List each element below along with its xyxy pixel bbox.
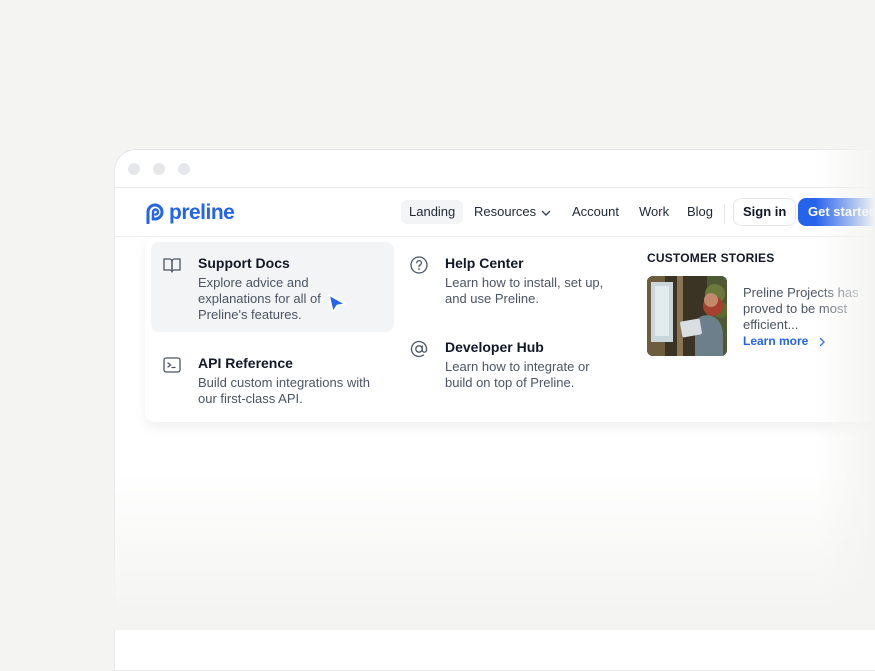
preline-logo-icon [146,203,164,224]
top-navbar: preline Landing Resources Account Work B… [115,188,875,237]
support-docs-description: Explore advice and explanations for all … [198,275,321,322]
logo-text: preline [169,201,235,224]
get-started-button[interactable]: Get started [798,198,875,226]
nav-item-resources[interactable]: Resources [466,200,560,224]
nav-item-resources-label: Resources [474,204,537,219]
nav-item-work[interactable]: Work [631,200,677,224]
window-dot-close[interactable] [128,163,140,175]
nav-divider [724,204,725,224]
menu-item-api-reference[interactable]: API Reference Build custom integrations … [162,355,392,415]
api-reference-description: Build custom integrations with our first… [198,375,370,406]
resources-dropdown-menu: Support Docs Explore advice and explanat… [145,237,875,422]
customer-photo [647,276,727,356]
developer-hub-title: Developer Hub [445,339,544,355]
help-center-description: Learn how to install, set up, and use Pr… [445,275,604,306]
chevron-down-icon [541,210,551,216]
window-dot-minimize[interactable] [153,163,165,175]
help-center-title: Help Center [445,255,524,271]
preline-logo[interactable]: preline [145,201,235,225]
api-reference-title: API Reference [198,355,293,371]
menu-item-developer-hub[interactable]: Developer Hub Learn how to integrate or … [409,339,639,399]
chevron-right-icon [819,337,825,347]
terminal-icon [163,357,181,373]
browser-window: preline Landing Resources Account Work B… [114,149,875,671]
window-titlebar [115,150,875,188]
developer-hub-description: Learn how to integrate or build on top o… [445,359,590,390]
mouse-cursor-icon [328,294,346,313]
nav-item-landing[interactable]: Landing [401,200,464,224]
customer-stories-heading: CUSTOMER STORIES [647,251,775,265]
learn-more-link[interactable]: Learn more [743,334,828,348]
support-docs-title: Support Docs [198,255,290,271]
at-sign-icon [410,340,428,358]
window-dot-maximize[interactable] [178,163,190,175]
book-icon [163,258,181,273]
customer-story-image[interactable] [647,276,727,356]
nav-item-account[interactable]: Account [564,200,627,224]
learn-more-label: Learn more [743,334,809,348]
nav-item-blog[interactable]: Blog [679,200,721,224]
help-circle-icon [410,256,428,274]
customer-story-text: Preline Projects has proved to be most e… [743,285,859,332]
sign-in-button[interactable]: Sign in [733,198,797,226]
menu-item-help-center[interactable]: Help Center Learn how to install, set up… [409,255,639,315]
menu-item-support-docs[interactable]: Support Docs Explore advice and explanat… [162,255,392,335]
